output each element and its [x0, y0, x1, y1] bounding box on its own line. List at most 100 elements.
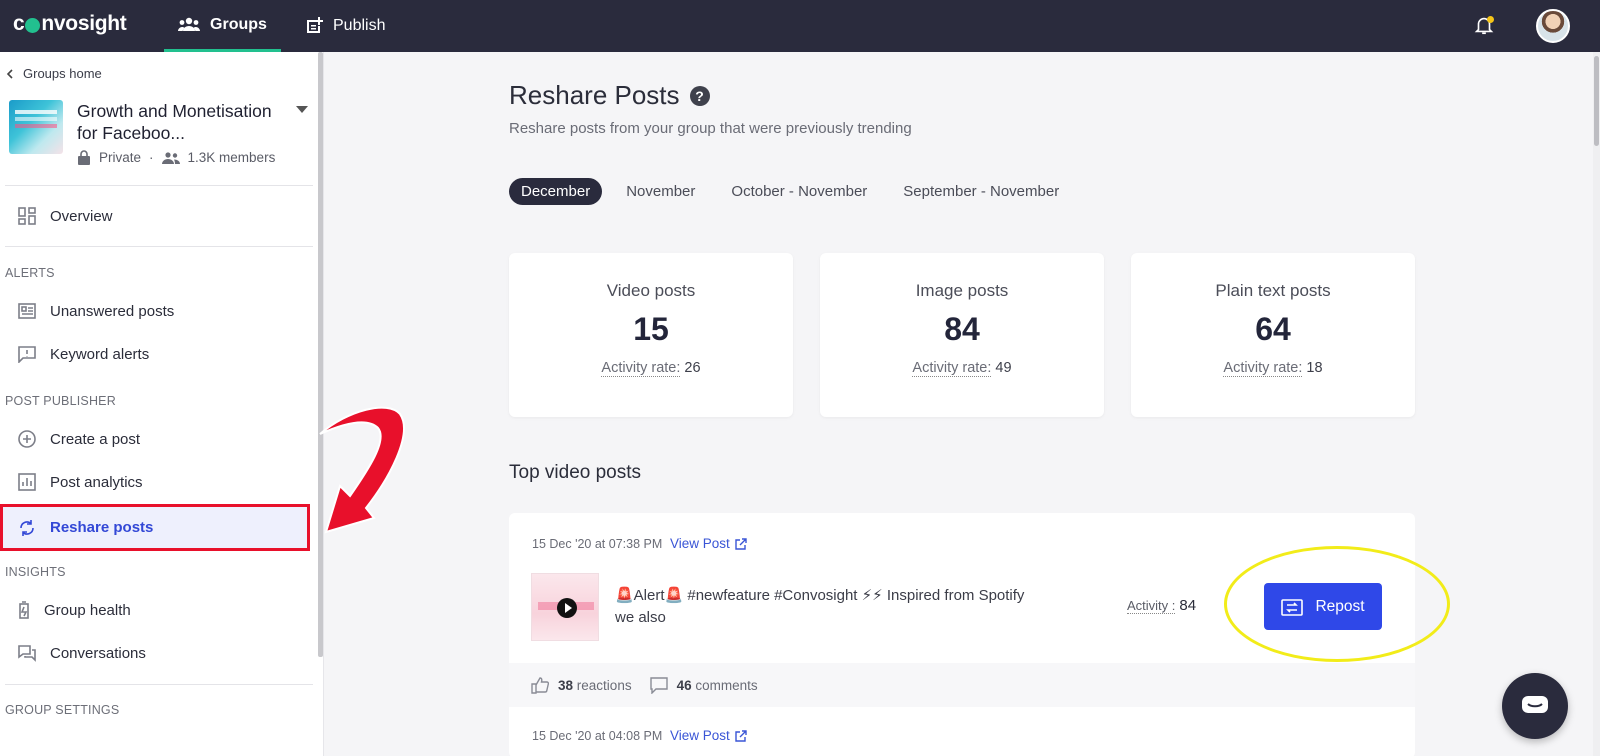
activity-rate-value: 18 [1306, 360, 1323, 376]
group-meta: Private · 1.3K members [77, 150, 275, 165]
add-circle-icon [18, 430, 36, 448]
play-icon [557, 598, 577, 618]
list-icon [18, 303, 36, 319]
groups-home-label: Groups home [23, 66, 102, 81]
section-alerts: ALERTS [5, 266, 55, 280]
user-avatar[interactable] [1536, 9, 1570, 43]
sidebar-item-label: Keyword alerts [50, 345, 150, 363]
chat-widget-button[interactable] [1502, 673, 1568, 739]
activity-value: 84 [1179, 597, 1197, 614]
sidebar-item-conversations[interactable]: Conversations [0, 632, 312, 674]
top-bar: c nvosight Groups Publish [0, 0, 1600, 52]
activity-rate-label: Activity rate: [601, 360, 681, 377]
activity-rate-value: 26 [684, 360, 701, 376]
sidebar-item-group-health[interactable]: Group health [0, 589, 312, 631]
sidebar-scrollbar[interactable] [318, 52, 323, 657]
reactions: 38 reactions [531, 676, 632, 694]
sidebar-item-label: Conversations [50, 644, 146, 662]
external-link-icon [735, 537, 747, 550]
groups-icon [178, 17, 201, 31]
view-post-link[interactable]: View Post [670, 536, 747, 551]
stat-activity-rate: Activity rate: 49 [820, 360, 1104, 377]
chat-icon [1522, 696, 1548, 713]
chat-bubbles-icon [18, 644, 36, 662]
sidebar-item-label: Create a post [50, 430, 141, 448]
nav-tab-publish[interactable]: Publish [305, 0, 385, 52]
help-icon[interactable]: ? [689, 85, 710, 106]
comments-count: 46 [676, 677, 692, 693]
nav-groups-label: Groups [210, 15, 267, 33]
tab-september-november[interactable]: September - November [891, 178, 1071, 205]
activity-rate-value: 49 [995, 360, 1012, 376]
tab-october-november[interactable]: October - November [719, 178, 879, 205]
group-thumbnail [9, 100, 63, 154]
stat-value: 84 [944, 311, 980, 347]
sidebar-item-overview[interactable]: Overview [0, 195, 312, 237]
convosight-logo[interactable]: c nvosight [13, 12, 127, 36]
group-privacy: Private [99, 150, 142, 165]
stat-card-plain-text: Plain text posts 64 Activity rate: 18 [1131, 253, 1415, 417]
sidebar-item-label: Group health [44, 601, 131, 619]
stat-activity-rate: Activity rate: 26 [509, 360, 793, 377]
stat-value: 64 [1255, 311, 1291, 347]
thumbs-up-icon [531, 676, 549, 694]
battery-icon [19, 601, 29, 619]
section-insights: INSIGHTS [5, 565, 66, 579]
nav-publish-label: Publish [333, 17, 386, 34]
divider [5, 684, 313, 685]
stat-value: 15 [633, 311, 669, 347]
page-scrollbar[interactable] [1593, 52, 1600, 756]
sidebar-item-keyword-alerts[interactable]: Keyword alerts [0, 333, 312, 375]
stat-card-image: Image posts 84 Activity rate: 49 [820, 253, 1104, 417]
tab-november[interactable]: November [614, 178, 707, 205]
alert-message-icon [18, 345, 36, 363]
divider [5, 185, 313, 186]
sync-icon [20, 519, 34, 536]
sidebar: Groups home Growth and Monetisation for … [0, 52, 324, 756]
post-activity: Activity :84 [1127, 597, 1196, 614]
stat-label: Image posts [915, 281, 1009, 300]
month-tabs: December November October - November Sep… [509, 178, 1083, 205]
sidebar-item-post-analytics[interactable]: Post analytics [0, 461, 312, 503]
sidebar-item-unanswered-posts[interactable]: Unanswered posts [0, 290, 312, 332]
group-dropdown-caret[interactable] [296, 106, 308, 113]
group-members: 1.3K members [187, 150, 276, 165]
view-post-link[interactable]: View Post [670, 728, 747, 743]
activity-rate-label: Activity rate: [912, 360, 992, 377]
activity-rate-label: Activity rate: [1223, 360, 1303, 377]
top-video-posts-title: Top video posts [509, 462, 642, 483]
sidebar-item-label: Reshare posts [50, 519, 154, 536]
stat-label: Video posts [606, 281, 696, 300]
yellow-highlight-ellipse [1224, 546, 1450, 662]
stat-label: Plain text posts [1215, 281, 1331, 300]
publish-icon [307, 17, 323, 33]
page-title: Reshare Posts ? [509, 80, 710, 111]
video-thumbnail[interactable] [531, 573, 599, 641]
section-group-settings: GROUP SETTINGS [5, 703, 120, 717]
post-text: 🚨Alert🚨 #newfeature #Convosight ⚡⚡ Inspi… [615, 587, 1025, 626]
red-arrow-annotation [319, 406, 405, 534]
divider [5, 246, 313, 247]
groups-home-link[interactable]: Groups home [6, 66, 102, 81]
reactions-label: reactions [576, 677, 632, 693]
notifications-bell[interactable] [1473, 14, 1495, 41]
comments: 46 comments [649, 676, 758, 694]
sidebar-item-reshare-posts[interactable]: Reshare posts [0, 504, 310, 551]
group-name: Growth and Monetisation for Faceboo... [77, 101, 272, 143]
bar-chart-icon [18, 473, 36, 491]
sidebar-item-label: Post analytics [50, 473, 143, 491]
comment-icon [649, 676, 668, 694]
post-date: 15 Dec '20 at 04:08 PM [532, 729, 663, 743]
view-post-label: View Post [670, 728, 730, 743]
members-icon [161, 151, 180, 164]
notification-badge [1487, 16, 1494, 23]
stat-card-video: Video posts 15 Activity rate: 26 [509, 253, 793, 417]
external-link-icon [735, 729, 747, 742]
chevron-left-icon [6, 68, 13, 79]
view-post-label: View Post [670, 536, 730, 551]
sidebar-item-create-post[interactable]: Create a post [0, 418, 312, 460]
nav-tab-groups[interactable]: Groups [164, 0, 281, 52]
page-subtitle: Reshare posts from your group that were … [509, 120, 912, 137]
stat-activity-rate: Activity rate: 18 [1131, 360, 1415, 377]
tab-december[interactable]: December [509, 178, 603, 205]
